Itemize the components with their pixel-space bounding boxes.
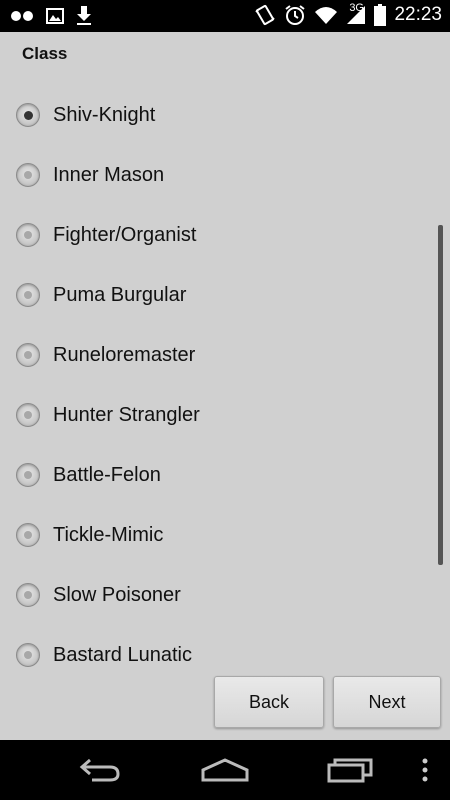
image-icon [46,8,64,24]
status-right-icons: 22:23 [254,4,442,26]
overflow-menu-icon [422,758,428,782]
nav-home-button[interactable] [195,750,255,790]
nav-back-button[interactable] [70,750,130,790]
battery-icon [374,4,387,26]
radio-button[interactable] [16,583,40,607]
radio-dot-icon [24,231,32,239]
radio-dot-icon [24,471,32,479]
form-content: Class Shiv-Knight Inner Mason Fighter/Or… [0,32,450,740]
radio-button[interactable] [16,463,40,487]
nav-recents-button[interactable] [320,750,380,790]
radio-dot-icon [24,351,32,359]
radio-option-slow-poisoner[interactable]: Slow Poisoner [0,565,430,625]
radio-option-runeloremaster[interactable]: Runeloremaster [0,325,430,385]
radio-option-label: Puma Burgular [53,283,187,306]
radio-option-label: Shiv-Knight [53,103,156,126]
navigation-bar [0,740,450,800]
radio-option-label: Inner Mason [53,163,165,186]
radio-option-tickle-mimic[interactable]: Tickle-Mimic [0,505,430,565]
radio-dot-icon [24,651,32,659]
download-icon [77,6,91,25]
radio-option-label: Tickle-Mimic [53,523,164,546]
section-title: Class [22,44,68,63]
vibrate-icon [255,4,276,26]
signal-icon [347,6,366,24]
home-icon [201,758,249,782]
radio-option-label: Slow Poisoner [53,583,181,606]
radio-dot-icon [24,591,32,599]
radio-dot-icon [24,291,32,299]
radio-button[interactable] [16,343,40,367]
radio-button[interactable] [16,223,40,247]
radio-button[interactable] [16,643,40,667]
alarm-icon [285,5,306,25]
radio-dot-icon [24,531,32,539]
radio-option-puma-burgular[interactable]: Puma Burgular [0,265,430,325]
radio-dot-icon [23,110,33,120]
scrollbar[interactable] [438,225,443,565]
back-icon [79,758,120,782]
radio-button[interactable] [16,163,40,187]
radio-button[interactable] [16,523,40,547]
next-button[interactable]: Next [333,676,441,728]
radio-dot-icon [24,411,32,419]
status-bar: 3G 22:23 [0,0,450,32]
radio-dot-icon [24,171,32,179]
radio-option-battle-felon[interactable]: Battle-Felon [0,445,430,505]
dots-icon [11,11,33,21]
status-left-icons [10,6,92,26]
radio-option-hunter-strangler[interactable]: Hunter Strangler [0,385,430,445]
radio-button[interactable] [16,283,40,307]
radio-option-fighter-organist[interactable]: Fighter/Organist [0,205,430,265]
radio-option-label: Fighter/Organist [53,223,197,246]
nav-overflow-button[interactable] [400,750,450,790]
radio-option-label: Runeloremaster [53,343,196,366]
radio-option-inner-mason[interactable]: Inner Mason [0,145,430,205]
recents-icon [327,758,373,783]
radio-option-label: Battle-Felon [53,463,161,486]
wifi-icon [315,7,338,24]
radio-button[interactable] [16,103,40,127]
radio-option-label: Hunter Strangler [53,403,200,426]
radio-option-label: Bastard Lunatic [53,643,192,666]
radio-button[interactable] [16,403,40,427]
radio-option-shiv-knight[interactable]: Shiv-Knight [0,85,430,145]
clock: 22:23 [394,4,442,25]
back-button[interactable]: Back [214,676,324,728]
